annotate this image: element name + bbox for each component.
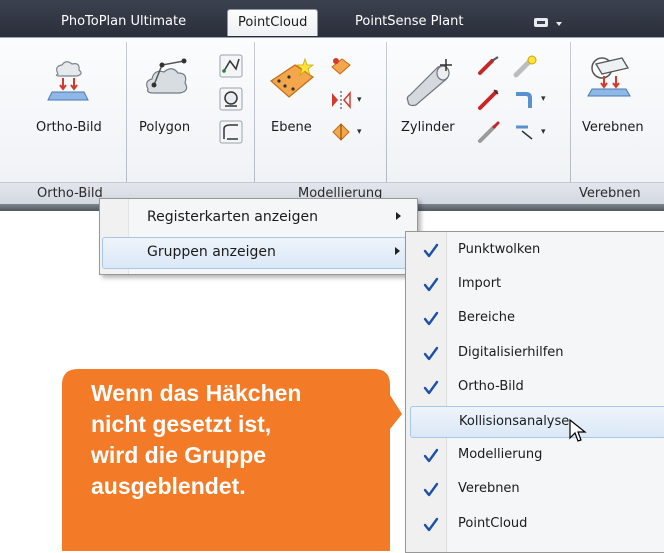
submenu-item-verebnen[interactable]: Verebnen: [410, 474, 664, 506]
checkmark-icon: [423, 448, 439, 463]
submenu-item-bereiche[interactable]: Bereiche: [410, 303, 664, 335]
checkmark-icon: [423, 517, 439, 531]
polyline-tool-icon[interactable]: [218, 53, 244, 79]
plane-point-icon[interactable]: [328, 53, 354, 79]
checkmark-icon: [423, 380, 439, 394]
panel-separator: [126, 42, 127, 204]
callout-text: Wenn das Häkchen nicht gesetzt ist, wird…: [91, 380, 302, 499]
tab-pointsense-plant[interactable]: PointSense Plant: [355, 12, 463, 34]
panel-separator: [386, 42, 387, 204]
panel-separator: [254, 42, 255, 204]
submenu-item-label: Ortho-Bild: [458, 378, 524, 394]
tab-pointcloud[interactable]: PointCloud: [227, 9, 319, 36]
checkmark-icon: [423, 483, 439, 497]
zylinder-button-label[interactable]: Zylinder: [401, 120, 455, 135]
menu-item-gruppen-anzeigen[interactable]: Gruppen anzeigen: [102, 237, 413, 269]
pipe-extend-icon[interactable]: [476, 119, 502, 145]
submenu-item-label: Modellierung: [458, 447, 543, 463]
submenu-item-import[interactable]: Import: [410, 269, 664, 301]
checkmark-icon: [423, 346, 439, 360]
elbow-icon[interactable]: [512, 86, 538, 112]
submenu-item-label: Punktwolken: [458, 242, 541, 257]
ortho-image-icon[interactable]: [44, 58, 92, 106]
tab-photoplan-ultimate[interactable]: PhoToPlan Ultimate: [61, 12, 186, 34]
submenu-item-punktwolken[interactable]: Punktwolken: [410, 235, 664, 267]
polygon-cloud-icon[interactable]: [140, 55, 194, 109]
submenu-item-label: PointCloud: [458, 515, 528, 531]
flange-icon[interactable]: [512, 119, 538, 145]
submenu-item-label: Kollisionsanalyse: [459, 414, 570, 429]
submenu-item-pointcloud[interactable]: PointCloud: [410, 509, 664, 541]
verebnen-button-label[interactable]: Verebnen: [582, 120, 644, 135]
menu-item-label: Gruppen anzeigen: [147, 244, 276, 260]
ribbon-panel-area: Ortho-Bild Polygon Ebene ▾ ▾ Zylinder ▾ …: [0, 37, 664, 206]
circle-fit-icon[interactable]: [218, 86, 244, 112]
submenu-item-label: Verebnen: [458, 481, 520, 497]
mouse-pointer-icon: [569, 418, 587, 442]
tab-options-icon[interactable]: [532, 15, 572, 31]
pipe-connect-icon[interactable]: [476, 53, 502, 79]
panel-title-ortho-bild: Ortho-Bild: [37, 186, 103, 201]
gruppen-submenu: Punktwolken Import Bereiche Digitalisierhil…: [405, 231, 664, 553]
section-dropdown-icon[interactable]: ▾: [357, 127, 362, 137]
flange-dropdown-icon[interactable]: ▾: [541, 127, 546, 137]
mirror-dropdown-icon[interactable]: ▾: [357, 95, 362, 105]
checkmark-icon: [423, 312, 439, 326]
menu-item-label: Registerkarten anzeigen: [147, 209, 318, 225]
submenu-arrow-icon: [395, 247, 400, 255]
menu-item-registerkarten-anzeigen[interactable]: Registerkarten anzeigen: [102, 202, 413, 234]
panel-separator: [570, 42, 571, 204]
mirror-icon[interactable]: [328, 87, 354, 113]
flatten-icon[interactable]: [586, 54, 634, 102]
submenu-item-label: Import: [458, 276, 502, 292]
ortho-bild-button-label[interactable]: Ortho-Bild: [36, 120, 102, 135]
submenu-item-label: Bereiche: [458, 310, 515, 326]
cylinder-icon[interactable]: [402, 55, 456, 109]
ribbon-tab-bar: PhoToPlan Ultimate PointCloud PointSense…: [0, 0, 664, 38]
contour-tool-icon[interactable]: [218, 119, 244, 145]
tube-star-icon[interactable]: [512, 53, 538, 79]
checkmark-icon: [423, 243, 439, 258]
ribbon-context-menu: Registerkarten anzeigen Gruppen anzeigen: [99, 198, 418, 275]
submenu-item-kollisionsanalyse[interactable]: Kollisionsanalyse: [410, 406, 664, 438]
ebene-button-label[interactable]: Ebene: [271, 120, 312, 135]
polygon-button-label[interactable]: Polygon: [139, 120, 190, 135]
elbow-dropdown-icon[interactable]: ▾: [541, 94, 546, 104]
submenu-item-ortho-bild[interactable]: Ortho-Bild: [410, 372, 664, 404]
checkmark-icon: [423, 277, 439, 292]
section-plane-icon[interactable]: [328, 119, 354, 145]
submenu-item-modellierung[interactable]: Modellierung: [410, 440, 664, 472]
panel-title-verebnen: Verebnen: [579, 186, 641, 201]
plane-icon[interactable]: [265, 55, 319, 109]
submenu-arrow-icon: [396, 212, 401, 220]
submenu-item-label: Digitalisierhilfen: [458, 344, 564, 360]
submenu-item-digitalisierhilfen[interactable]: Digitalisierhilfen: [410, 338, 664, 370]
pipe-cut-icon[interactable]: [476, 86, 502, 112]
